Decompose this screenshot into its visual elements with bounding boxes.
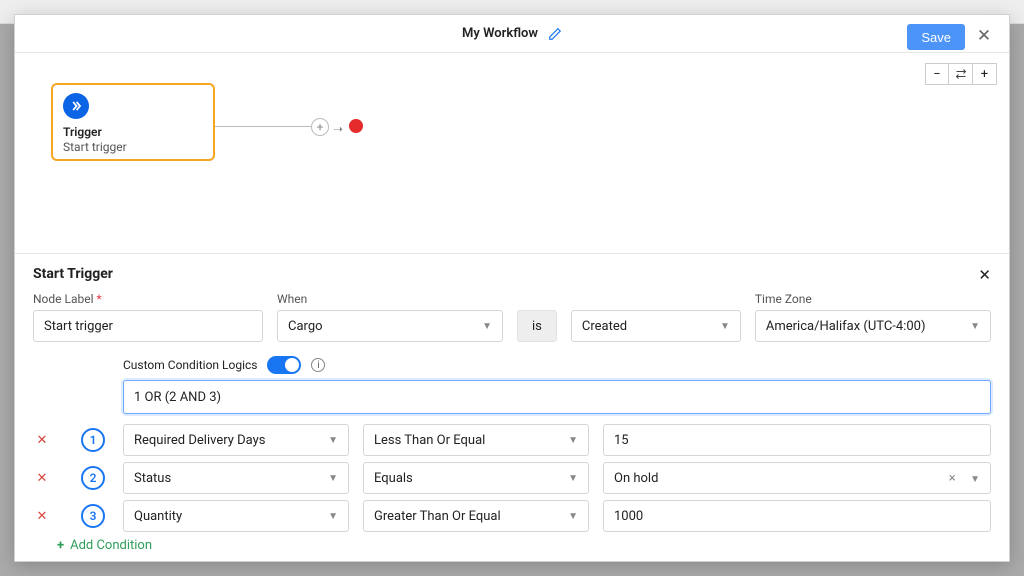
add-condition-button[interactable]: + Add Condition <box>57 538 991 553</box>
workflow-canvas[interactable]: − + Trigger Start trigger + ➝ <box>15 53 1009 253</box>
workflow-editor-modal: My Workflow Save ✕ − + Trigger Start tri… <box>14 14 1010 562</box>
info-icon[interactable]: i <box>311 358 325 372</box>
custom-logic-toggle[interactable] <box>267 356 301 374</box>
chevron-down-icon: ▼ <box>568 435 578 446</box>
logic-expression-input[interactable]: 1 OR (2 AND 3) <box>123 380 991 414</box>
condition-value-input[interactable]: 15 <box>603 424 991 456</box>
clear-value-icon[interactable]: × <box>949 471 956 486</box>
timezone-label: Time Zone <box>755 292 991 306</box>
arrow-icon: ➝ <box>333 122 343 136</box>
chevron-down-icon: ▼ <box>970 321 980 332</box>
chevron-down-icon: ▼ <box>970 474 980 485</box>
edge-line <box>215 126 311 127</box>
edge: + ➝ <box>215 121 385 133</box>
chevron-down-icon: ▼ <box>568 473 578 484</box>
condition-value-input[interactable]: 1000 <box>603 500 991 532</box>
close-modal-button[interactable]: ✕ <box>971 23 997 49</box>
end-node[interactable] <box>349 119 363 133</box>
condition-row: ✕ 3 Quantity▼ Greater Than Or Equal▼ 1000 <box>33 500 991 532</box>
condition-index-badge: 1 <box>81 428 105 452</box>
trigger-node[interactable]: Trigger Start trigger <box>51 83 215 161</box>
condition-value-select[interactable]: On hold× ▼ <box>603 462 991 494</box>
when-label: When <box>277 292 503 306</box>
node-title: Trigger <box>63 125 203 139</box>
chevron-down-icon: ▼ <box>328 511 338 522</box>
condition-field-select[interactable]: Status▼ <box>123 462 349 494</box>
custom-logic-label: Custom Condition Logics <box>123 358 257 372</box>
plus-icon: + <box>57 538 64 553</box>
chevron-down-icon: ▼ <box>328 435 338 446</box>
timezone-select[interactable]: America/Halifax (UTC-4:00)▼ <box>755 310 991 342</box>
when-select[interactable]: Cargo▼ <box>277 310 503 342</box>
condition-field-select[interactable]: Quantity▼ <box>123 500 349 532</box>
config-title: Start Trigger <box>33 266 991 282</box>
condition-operator-select[interactable]: Equals▼ <box>363 462 589 494</box>
trigger-icon <box>63 93 89 119</box>
condition-index-badge: 3 <box>81 504 105 528</box>
condition-field-select[interactable]: Required Delivery Days▼ <box>123 424 349 456</box>
condition-row: ✕ 1 Required Delivery Days▼ Less Than Or Eq… <box>33 424 991 456</box>
event-select[interactable]: Created▼ <box>571 310 741 342</box>
modal-header: My Workflow Save ✕ <box>15 15 1009 53</box>
chevron-down-icon: ▼ <box>482 321 492 332</box>
condition-index-badge: 2 <box>81 466 105 490</box>
close-config-button[interactable]: ✕ <box>978 266 991 284</box>
canvas-toolbar: − + <box>925 63 997 85</box>
add-node-button[interactable]: + <box>311 118 329 136</box>
node-label-label: Node Label <box>33 292 263 306</box>
save-button[interactable]: Save <box>907 24 965 50</box>
config-panel: Start Trigger ✕ Node Label Start trigger… <box>15 253 1009 561</box>
chevron-down-icon: ▼ <box>568 511 578 522</box>
node-label-input[interactable]: Start trigger <box>33 310 263 342</box>
zoom-in-button[interactable]: + <box>973 63 997 85</box>
condition-operator-select[interactable]: Less Than Or Equal▼ <box>363 424 589 456</box>
fit-view-button[interactable] <box>949 63 973 85</box>
zoom-out-button[interactable]: − <box>925 63 949 85</box>
condition-operator-select[interactable]: Greater Than Or Equal▼ <box>363 500 589 532</box>
chevron-down-icon: ▼ <box>328 473 338 484</box>
workflow-title: My Workflow <box>462 26 538 41</box>
node-subtitle: Start trigger <box>63 140 203 154</box>
delete-condition-button[interactable]: ✕ <box>33 509 51 524</box>
delete-condition-button[interactable]: ✕ <box>33 433 51 448</box>
edit-title-icon[interactable] <box>548 27 562 41</box>
is-chip: is <box>517 310 557 342</box>
chevron-down-icon: ▼ <box>720 321 730 332</box>
delete-condition-button[interactable]: ✕ <box>33 471 51 486</box>
condition-row: ✕ 2 Status▼ Equals▼ On hold× ▼ <box>33 462 991 494</box>
